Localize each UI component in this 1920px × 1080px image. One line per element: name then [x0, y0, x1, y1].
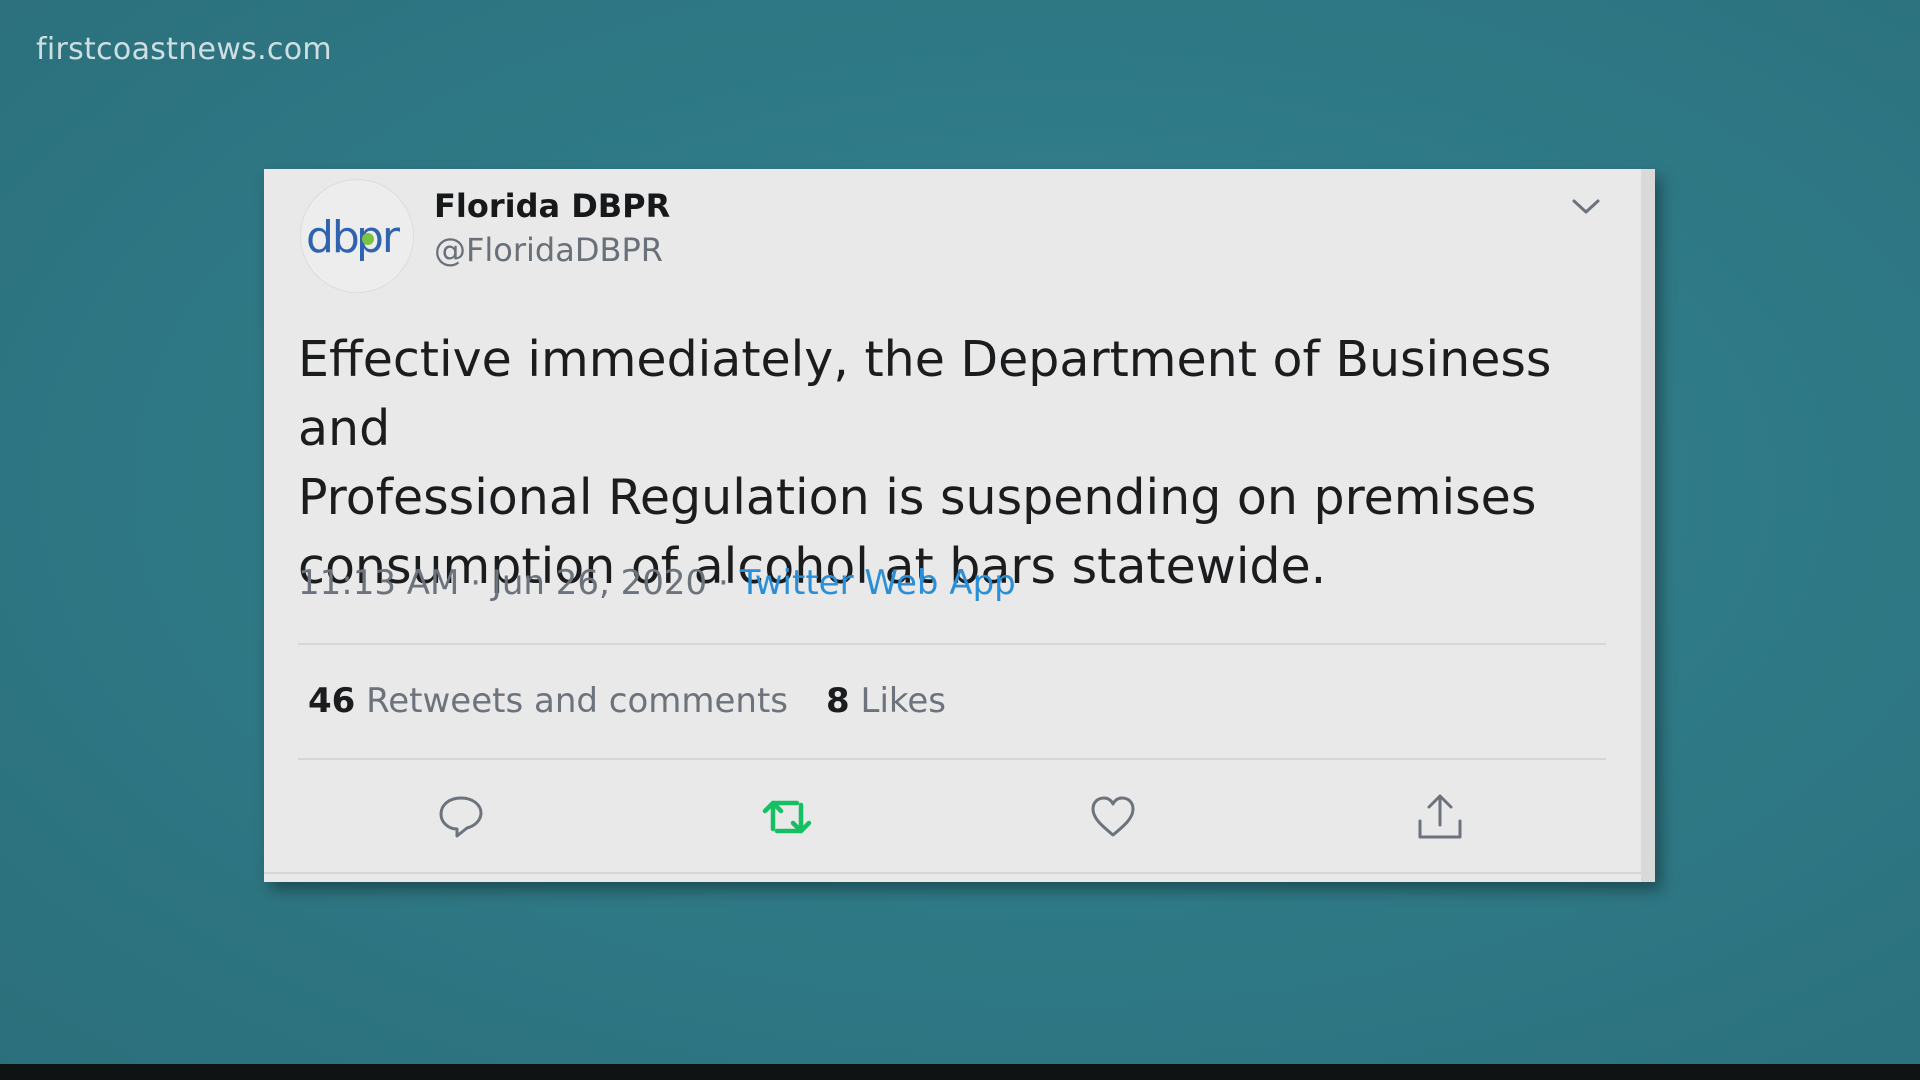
tweet-time[interactable]: 11:13 AM — [298, 563, 459, 603]
retweets-label: Retweets and comments — [366, 681, 789, 721]
meta-separator: · — [717, 563, 729, 603]
tweet-card: db pr Florida DBPR @FloridaDBPR Effectiv… — [264, 169, 1655, 882]
share-button[interactable] — [1414, 791, 1466, 843]
retweets-count: 46 — [308, 681, 356, 721]
divider — [298, 643, 1606, 645]
retweet-icon — [762, 800, 812, 834]
avatar[interactable]: db pr — [300, 179, 414, 293]
divider — [298, 758, 1606, 760]
tweet-meta: 11:13 AM · Jun 26, 2020 · Twitter Web Ap… — [298, 563, 1016, 603]
reply-button[interactable] — [435, 791, 487, 843]
retweet-button[interactable] — [761, 791, 813, 843]
tweet-actions — [264, 791, 1641, 851]
like-button[interactable] — [1087, 791, 1139, 843]
user-handle[interactable]: @FloridaDBPR — [434, 231, 663, 269]
svg-text:db: db — [306, 212, 358, 263]
station-watermark: firstcoastnews.com — [36, 32, 332, 67]
likes-count: 8 — [826, 681, 850, 721]
bottom-bar — [0, 1064, 1920, 1080]
reply-icon — [439, 796, 483, 838]
display-name[interactable]: Florida DBPR — [434, 187, 670, 225]
dbpr-logo: db pr — [306, 212, 403, 263]
likes-stat[interactable]: 8 Likes — [826, 681, 946, 721]
heart-icon — [1091, 796, 1135, 837]
share-icon — [1418, 794, 1462, 839]
tweet-date[interactable]: Jun 26, 2020 — [492, 563, 707, 603]
tweet-source-link[interactable]: Twitter Web App — [740, 563, 1016, 603]
chevron-down-icon[interactable] — [1568, 193, 1604, 219]
tweet-text: Effective immediately, the Department of… — [298, 331, 1552, 595]
retweets-stat[interactable]: 46 Retweets and comments — [308, 681, 788, 721]
meta-separator: · — [470, 563, 482, 603]
divider — [264, 872, 1641, 874]
tweet-stats: 46 Retweets and comments 8 Likes — [308, 681, 946, 721]
likes-label: Likes — [860, 681, 947, 721]
